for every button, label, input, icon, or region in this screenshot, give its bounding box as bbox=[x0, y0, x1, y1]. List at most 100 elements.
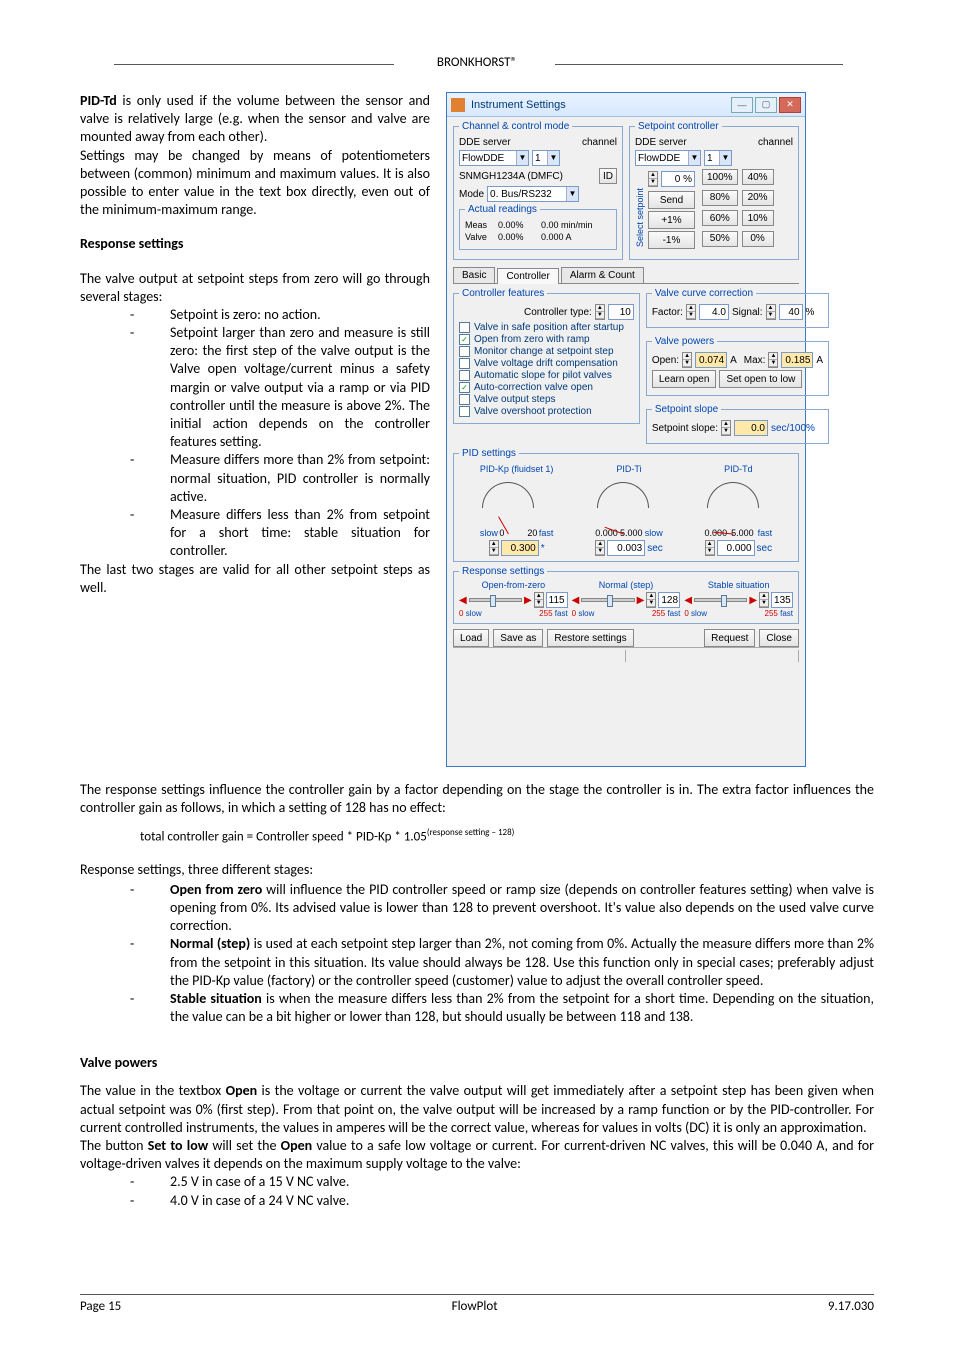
td-input[interactable]: 0.000 bbox=[717, 540, 755, 556]
tab-bar: Basic Controller Alarm & Count bbox=[453, 267, 799, 284]
max-input[interactable]: 0.185 bbox=[781, 352, 813, 368]
chk-safe-pos[interactable] bbox=[459, 322, 470, 333]
factor-input[interactable]: 4.0 bbox=[699, 304, 729, 320]
restore-button[interactable]: Restore settings bbox=[547, 629, 633, 647]
stage-1: Setpoint is zero: no action. bbox=[130, 306, 430, 324]
para-setlow: The button Set to low will set the Open … bbox=[80, 1137, 874, 1173]
para-last-two: The last two stages are valid for all ot… bbox=[80, 561, 430, 597]
para-pidtd: PID-Td is only used if the volume betwee… bbox=[80, 92, 430, 147]
factor-spinner[interactable]: ▲▼ bbox=[686, 304, 696, 320]
norm-input[interactable]: 128 bbox=[658, 592, 680, 608]
chk-monitor[interactable] bbox=[459, 346, 470, 357]
saveas-button[interactable]: Save as bbox=[493, 629, 543, 647]
sp-dde-select[interactable]: FlowDDE▼ bbox=[635, 150, 701, 166]
slope-input[interactable]: 0.0 bbox=[734, 420, 768, 436]
tab-basic[interactable]: Basic bbox=[453, 267, 495, 283]
request-button[interactable]: Request bbox=[704, 629, 755, 647]
ofz-input[interactable]: 115 bbox=[546, 592, 568, 608]
valve-24v: 4.0 V in case of a 24 V NC valve. bbox=[130, 1192, 874, 1210]
sp-channel-select[interactable]: 1▼ bbox=[704, 150, 732, 166]
channel-select[interactable]: 1▼ bbox=[532, 150, 560, 166]
sp-60-button[interactable]: 60% bbox=[702, 210, 738, 226]
ofz-spinner[interactable]: ▲▼ bbox=[534, 592, 544, 608]
chk-valvesteps[interactable] bbox=[459, 394, 470, 405]
set-open-low-button[interactable]: Set open to low bbox=[719, 370, 802, 388]
stab-slider[interactable] bbox=[694, 598, 747, 602]
norm-spinner[interactable]: ▲▼ bbox=[646, 592, 656, 608]
stab-spinner[interactable]: ▲▼ bbox=[759, 592, 769, 608]
page-footer: Page 15 FlowPlot 9.17.030 bbox=[80, 1294, 874, 1314]
sp-0-button[interactable]: 0% bbox=[742, 231, 774, 247]
max-spinner[interactable]: ▲▼ bbox=[768, 352, 778, 368]
formula: total controller gain = Controller speed… bbox=[140, 827, 874, 846]
controller-features-group: Controller features Controller type:▲▼10… bbox=[453, 288, 640, 424]
ofz-slider[interactable] bbox=[469, 598, 522, 602]
slope-spinner[interactable]: ▲▼ bbox=[721, 420, 731, 436]
instrument-settings-window: Instrument Settings — ▢ ✕ Channel & cont… bbox=[446, 92, 806, 767]
chk-open-ramp[interactable]: ✓ bbox=[459, 334, 470, 345]
chk-autoslope[interactable] bbox=[459, 370, 470, 381]
heading-valve-powers: Valve powers bbox=[80, 1054, 874, 1072]
sp-spinner[interactable]: ▲▼ bbox=[648, 171, 658, 187]
para-stages-intro: The valve output at setpoint steps from … bbox=[80, 270, 430, 306]
load-button[interactable]: Load bbox=[453, 629, 489, 647]
pid-ti-dial[interactable] bbox=[595, 482, 651, 528]
pid-td-dial[interactable] bbox=[705, 482, 761, 528]
signal-spinner[interactable]: ▲▼ bbox=[766, 304, 776, 320]
sp-value-input[interactable]: 0 % bbox=[661, 171, 695, 187]
chk-autocorr[interactable]: ✓ bbox=[459, 382, 470, 393]
stage-2: Setpoint larger than zero and measure is… bbox=[130, 324, 430, 451]
window-title: Instrument Settings bbox=[471, 99, 729, 111]
ctrltype-input[interactable]: 10 bbox=[608, 304, 634, 320]
valve-curve-group: Valve curve correction Factor:▲▼4.0 Sign… bbox=[646, 288, 829, 328]
mode-select[interactable]: 0. Bus/RS232▼ bbox=[487, 186, 579, 202]
sp-20-button[interactable]: 20% bbox=[742, 190, 774, 206]
status-bar bbox=[453, 647, 799, 663]
footer-title: FlowPlot bbox=[452, 1299, 498, 1314]
open-spinner[interactable]: ▲▼ bbox=[682, 352, 692, 368]
para-open: The value in the textbox Open is the vol… bbox=[80, 1082, 874, 1137]
sp-40-button[interactable]: 40% bbox=[742, 169, 774, 185]
plus1-button[interactable]: +1% bbox=[648, 211, 695, 229]
actual-readings-group: Actual readings Meas0.00%0.00 min/min Va… bbox=[459, 204, 617, 250]
minus1-button[interactable]: -1% bbox=[648, 231, 695, 249]
tab-controller[interactable]: Controller bbox=[497, 268, 558, 284]
pid-kp-dial[interactable] bbox=[480, 482, 536, 528]
kp-input[interactable]: 0.300 bbox=[501, 540, 539, 556]
stage-4: Measure differs less than 2% from setpoi… bbox=[130, 506, 430, 561]
para-gain: The response settings influence the cont… bbox=[80, 781, 874, 817]
heading-response: Response settings bbox=[80, 235, 430, 253]
signal-input[interactable]: 40 bbox=[779, 304, 803, 320]
norm-slider[interactable] bbox=[581, 598, 634, 602]
tab-alarm[interactable]: Alarm & Count bbox=[561, 267, 644, 283]
close-window-button[interactable]: ✕ bbox=[779, 97, 801, 113]
send-button[interactable]: Send bbox=[648, 191, 695, 209]
chk-overshoot[interactable] bbox=[459, 406, 470, 417]
setpoint-controller-group: Setpoint controller DDE serverchannel Fl… bbox=[629, 121, 799, 260]
id-button[interactable]: ID bbox=[599, 168, 617, 184]
td-spinner[interactable]: ▲▼ bbox=[705, 540, 715, 556]
setpoint-slope-group: Setpoint slope Setpoint slope:▲▼0.0sec/1… bbox=[646, 404, 829, 444]
open-input[interactable]: 0.074 bbox=[695, 352, 727, 368]
learn-open-button[interactable]: Learn open bbox=[652, 370, 717, 388]
minimize-button[interactable]: — bbox=[731, 97, 753, 113]
sp-80-button[interactable]: 80% bbox=[702, 190, 738, 206]
select-setpoint-label: Select setpoint bbox=[635, 169, 645, 249]
sp-100-button[interactable]: 100% bbox=[702, 169, 738, 185]
stab-input[interactable]: 135 bbox=[771, 592, 793, 608]
footer-version: 9.17.030 bbox=[828, 1299, 874, 1314]
response-settings-group: Response settings Open-from-zero ◀▶▲▼115… bbox=[453, 566, 799, 624]
ti-spinner[interactable]: ▲▼ bbox=[595, 540, 605, 556]
page-header: BRONKHORST® bbox=[80, 55, 874, 70]
sp-50-button[interactable]: 50% bbox=[702, 231, 738, 247]
chk-drift[interactable] bbox=[459, 358, 470, 369]
ctrltype-spinner[interactable]: ▲▼ bbox=[595, 304, 605, 320]
sp-10-button[interactable]: 10% bbox=[742, 210, 774, 226]
close-button[interactable]: Close bbox=[759, 629, 799, 647]
valve-powers-group: Valve powers Open:▲▼0.074A Max:▲▼0.185A … bbox=[646, 336, 829, 396]
dde-server-select[interactable]: FlowDDE▼ bbox=[459, 150, 529, 166]
maximize-button[interactable]: ▢ bbox=[755, 97, 777, 113]
ti-input[interactable]: 0.003 bbox=[607, 540, 645, 556]
valve-15v: 2.5 V in case of a 15 V NC valve. bbox=[130, 1173, 874, 1191]
kp-spinner[interactable]: ▲▼ bbox=[489, 540, 499, 556]
